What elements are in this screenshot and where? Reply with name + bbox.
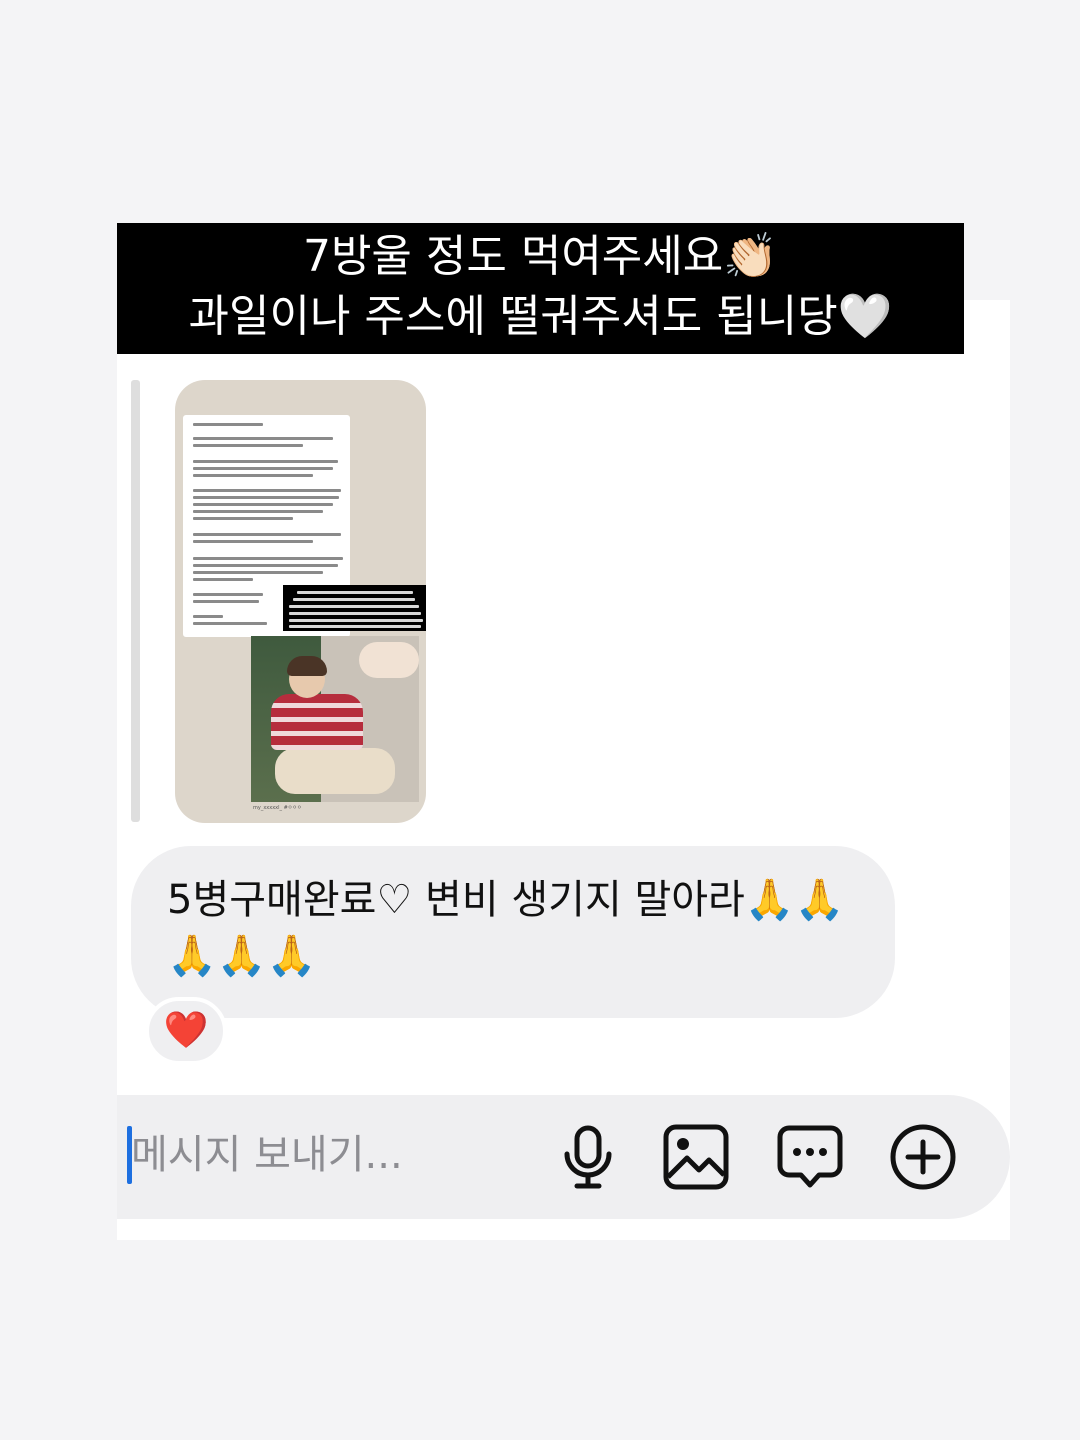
caption-line-2: 과일이나 주스에 떨궈주셔도 됩니당🤍: [188, 291, 893, 342]
message-text: 5병구매완료♡ 변비 생기지 말아라🙏🙏🙏🙏🙏: [167, 877, 845, 979]
story-text-overlay: [283, 585, 426, 631]
shared-story-thumbnail[interactable]: my_xxxxxl_ #ㅇㅇㅇ: [175, 380, 426, 823]
heart-reaction[interactable]: ❤️: [145, 997, 227, 1065]
story-overlay-caption: 7방울 정도 먹여주세요👏🏻 과일이나 주스에 떨궈주셔도 됩니당🤍: [117, 223, 964, 354]
story-credit: my_xxxxxl_ #ㅇㅇㅇ: [253, 805, 302, 811]
message-input[interactable]: [131, 1122, 531, 1188]
message-bubble[interactable]: 5병구매완료♡ 변비 생기지 말아라🙏🙏🙏🙏🙏: [131, 846, 895, 1018]
chat-bubble-icon[interactable]: [775, 1122, 845, 1192]
story-photo-child: [251, 636, 419, 802]
plus-circle-icon[interactable]: [888, 1122, 958, 1192]
image-icon[interactable]: [661, 1122, 731, 1192]
reply-quote-bar: [131, 380, 140, 822]
heart-icon: ❤️: [163, 1010, 209, 1051]
microphone-icon[interactable]: [553, 1122, 623, 1192]
caption-line-1: 7방울 정도 먹여주세요👏🏻: [302, 231, 779, 282]
